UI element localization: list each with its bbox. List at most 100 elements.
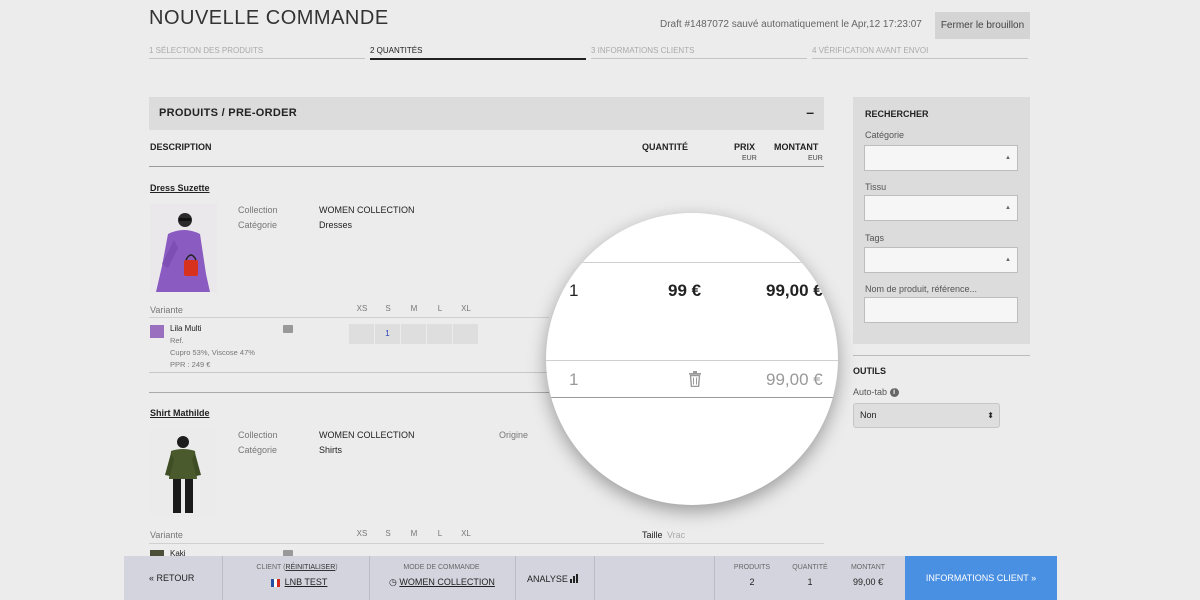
color-swatch (150, 325, 164, 338)
zoom-price: 99 € (668, 281, 702, 300)
product-name-link[interactable]: Dress Suzette (150, 183, 210, 193)
category-label: Catégorie (238, 445, 278, 455)
products-section-header: PRODUITS / PRE-ORDER – (149, 97, 824, 130)
variant-ppr: PPR : 249 € (170, 360, 211, 369)
clock-icon: ◷ (389, 577, 397, 587)
autotab-label: Auto-tab i (853, 387, 899, 398)
client-label: CLIENT (RÉINITIALISER) (256, 564, 338, 571)
select-caret-icon: ⬍ (987, 411, 994, 420)
caret-icon: ▲ (1005, 257, 1011, 263)
zoom-quantity: 1 (569, 281, 579, 300)
collection-value: WOMEN COLLECTION (319, 430, 415, 440)
variant-composition: Cupro 53%, Viscose 47% (170, 348, 255, 357)
category-filter-select[interactable]: ▲ (864, 145, 1018, 171)
size-header-xl: XL (461, 529, 471, 538)
comment-icon[interactable] (283, 325, 293, 333)
page-title: NOUVELLE COMMANDE (149, 7, 389, 29)
fabric-filter-label: Tissu (865, 182, 887, 192)
col-price-unit: EUR (742, 155, 757, 162)
collection-label: Collection (238, 205, 278, 215)
size-header-s: S (385, 304, 391, 313)
search-title: RECHERCHER (865, 109, 929, 119)
close-draft-button[interactable]: Fermer le brouillon (935, 12, 1030, 39)
tools-title: OUTILS (853, 366, 886, 376)
quantity-total-label: QUANTITÉ (792, 564, 828, 571)
collection-label: Collection (238, 430, 278, 440)
caret-icon: ▲ (1005, 155, 1011, 161)
divider (369, 556, 370, 600)
col-amount-unit: EUR (808, 155, 823, 162)
amount-total-value: 99,00 € (852, 577, 884, 587)
variant-ref: Ref. (170, 336, 184, 345)
order-mode-value[interactable]: ◷ WOMEN COLLECTION (384, 577, 500, 588)
info-icon[interactable]: i (889, 388, 899, 398)
analyse-button[interactable]: ANALYSE (527, 574, 579, 584)
divider (515, 556, 516, 600)
col-description: DESCRIPTION (150, 142, 212, 152)
divider (149, 543, 824, 544)
category-value: Shirts (319, 445, 343, 455)
divider (546, 397, 838, 398)
tags-filter-label: Tags (865, 233, 885, 243)
client-reset-link[interactable]: RÉINITIALISER (285, 564, 335, 571)
magnifier-zoom: 1 99 € 99,00 € 1 99,00 € (546, 213, 838, 505)
size-header-xl: XL (461, 304, 471, 313)
zoom-amount: 99,00 € (766, 281, 823, 300)
qty-input-s[interactable]: 1 (375, 324, 400, 344)
variant-name: Lila Multi (170, 324, 202, 333)
step-progress: 1 Sélection des produits 2 Quantités 3 I… (149, 46, 1029, 60)
client-info-button[interactable]: INFORMATIONS CLIENT » (905, 556, 1057, 600)
name-search-input[interactable] (864, 297, 1018, 323)
divider (714, 556, 715, 600)
product-image[interactable] (150, 429, 217, 517)
divider (149, 317, 549, 318)
draft-status: Draft #1487072 sauvé automatiquement le … (660, 19, 922, 30)
step-review[interactable]: 4 Vérification avant envoi (812, 46, 1028, 59)
divider (149, 372, 549, 373)
bulk-mode-label[interactable]: Vrac (667, 530, 685, 540)
autotab-value: Non (860, 410, 877, 420)
divider (546, 262, 838, 263)
qty-input-xl[interactable] (453, 324, 478, 344)
collapse-button[interactable]: – (806, 104, 814, 120)
collection-value: WOMEN COLLECTION (319, 205, 415, 215)
step-quantities[interactable]: 2 Quantités (370, 46, 586, 60)
caret-icon: ▲ (1005, 205, 1011, 211)
fabric-filter-select[interactable]: ▲ (864, 195, 1018, 221)
product-image[interactable] (150, 204, 217, 292)
divider (222, 556, 223, 600)
back-button[interactable]: « RETOUR (149, 573, 194, 583)
bar-chart-icon (570, 574, 579, 583)
category-label: Catégorie (238, 220, 278, 230)
size-header-l: L (437, 304, 443, 313)
col-amount: MONTANT (774, 142, 819, 152)
product-name-link[interactable]: Shirt Mathilde (150, 408, 210, 418)
name-search-label: Nom de produit, référence... (865, 284, 978, 294)
amount-total-label: MONTANT (850, 564, 886, 571)
size-mode-label: Taille (642, 530, 663, 540)
category-filter-label: Catégorie (865, 130, 905, 140)
tags-filter-select[interactable]: ▲ (864, 247, 1018, 273)
size-header-xs: XS (356, 304, 368, 313)
size-header-xs: XS (356, 529, 368, 538)
col-quantity: QUANTITÉ (642, 142, 688, 152)
qty-input-xs[interactable] (349, 324, 374, 344)
client-value[interactable]: LNB TEST (264, 577, 334, 587)
quantity-total-value: 1 (807, 577, 813, 587)
step-client-info[interactable]: 3 Informations clients (591, 46, 807, 59)
step-product-selection[interactable]: 1 Sélection des produits (149, 46, 365, 59)
size-header-s: S (385, 529, 391, 538)
col-price: PRIX (734, 142, 756, 152)
autotab-select[interactable]: Non ⬍ (853, 403, 1000, 428)
order-mode-label: MODE DE COMMANDE (403, 564, 480, 571)
category-value: Dresses (319, 220, 353, 230)
variant-label: Variante (150, 530, 183, 540)
qty-input-m[interactable] (401, 324, 426, 344)
trash-icon[interactable] (688, 371, 702, 387)
size-header-m: M (410, 304, 418, 313)
variant-label: Variante (150, 305, 183, 315)
size-header-m: M (410, 529, 418, 538)
qty-input-l[interactable] (427, 324, 452, 344)
divider (546, 360, 838, 361)
divider (149, 392, 549, 393)
